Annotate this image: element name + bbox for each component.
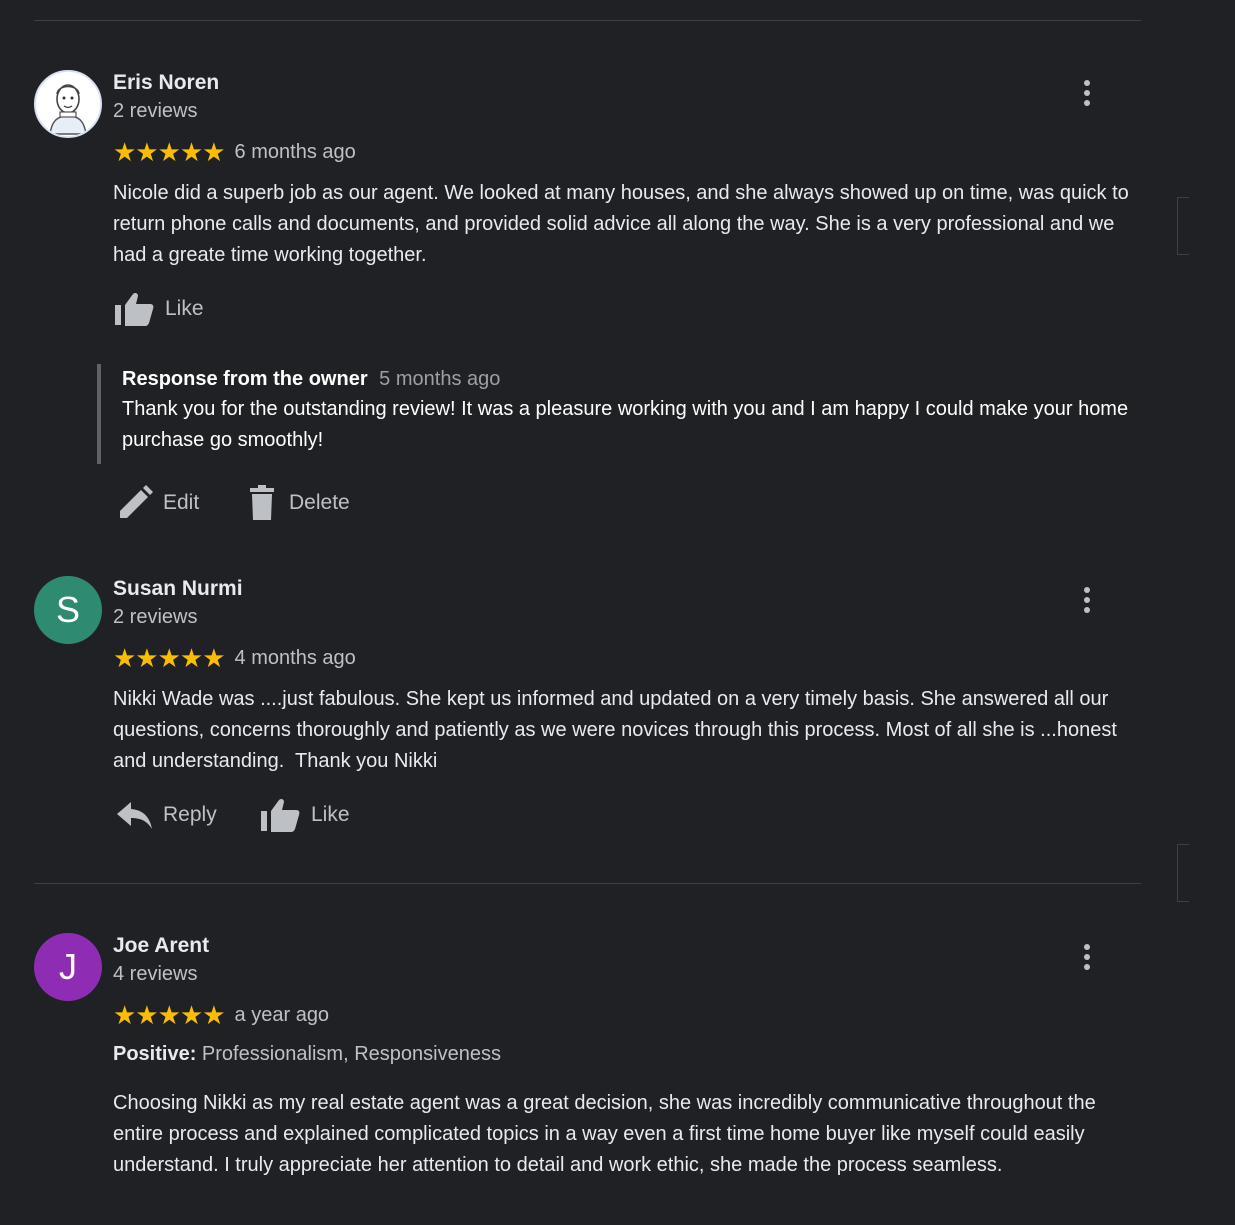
review-text: Nicole did a superb job as our agent. We… — [113, 182, 1129, 266]
thumbs-up-icon — [261, 798, 300, 832]
divider — [34, 883, 1141, 884]
avatar-initial: J — [59, 946, 77, 987]
review-date: a year ago — [234, 1003, 330, 1026]
reply-button[interactable]: Reply — [117, 798, 217, 832]
avatar-initial: S — [55, 589, 80, 630]
rating: ★★★★★ 4 months ago — [113, 645, 356, 671]
positive-label: Positive: — [113, 1043, 197, 1065]
reviewer-name[interactable]: Eris Noren — [113, 71, 219, 95]
response-title: Response from the owner — [122, 368, 368, 390]
thumbs-up-icon — [115, 292, 154, 326]
response-text: Thank you for the outstanding review! It… — [122, 398, 1129, 451]
star-rating-icons: ★★★★★ — [113, 643, 226, 673]
avatar-illustration-icon — [36, 72, 100, 136]
star-rating-icons: ★★★★★ — [113, 1000, 226, 1030]
more-options-button[interactable] — [1073, 76, 1101, 110]
review-text: Nikki Wade was ....just fabulous. She ke… — [113, 688, 1123, 772]
avatar[interactable]: J — [34, 933, 102, 1001]
scroll-edge-marker — [1177, 197, 1189, 255]
avatar[interactable] — [34, 70, 102, 138]
review-text: Choosing Nikki as my real estate agent w… — [113, 1092, 1096, 1176]
like-button[interactable]: Like — [259, 797, 350, 833]
delete-response-button[interactable]: Delete — [249, 485, 350, 521]
positive-values: Professionalism, Responsiveness — [201, 1043, 501, 1065]
edit-label: Edit — [163, 491, 200, 514]
scroll-edge-marker — [1177, 844, 1189, 902]
edit-response-button[interactable]: Edit — [117, 485, 199, 521]
divider-top — [34, 20, 1141, 21]
star-rating-icons: ★★★★★ — [113, 137, 226, 167]
more-options-button[interactable] — [1073, 940, 1101, 974]
like-button[interactable]: Like — [113, 291, 204, 327]
review-date: 4 months ago — [234, 646, 356, 669]
owner-response: Response from the owner 5 months ago Tha… — [97, 364, 1147, 464]
rating: ★★★★★ 6 months ago — [113, 139, 356, 165]
response-date: 5 months ago — [379, 368, 501, 390]
reviewer-name[interactable]: Susan Nurmi — [113, 577, 243, 601]
reviewer-name[interactable]: Joe Arent — [113, 934, 209, 958]
pencil-icon — [120, 485, 153, 518]
review-count[interactable]: 2 reviews — [113, 100, 197, 123]
review-count[interactable]: 2 reviews — [113, 606, 197, 629]
like-label: Like — [311, 803, 350, 826]
avatar[interactable]: S — [34, 576, 102, 644]
positive-attributes: Positive: Professionalism, Responsivenes… — [113, 1043, 501, 1066]
like-label: Like — [165, 297, 204, 320]
reply-icon — [117, 802, 152, 829]
review-count[interactable]: 4 reviews — [113, 963, 197, 986]
review-date: 6 months ago — [234, 140, 356, 163]
trash-icon — [250, 485, 274, 520]
more-options-button[interactable] — [1073, 583, 1101, 617]
delete-label: Delete — [289, 491, 350, 514]
reply-label: Reply — [163, 803, 217, 826]
rating: ★★★★★ a year ago — [113, 1002, 329, 1028]
